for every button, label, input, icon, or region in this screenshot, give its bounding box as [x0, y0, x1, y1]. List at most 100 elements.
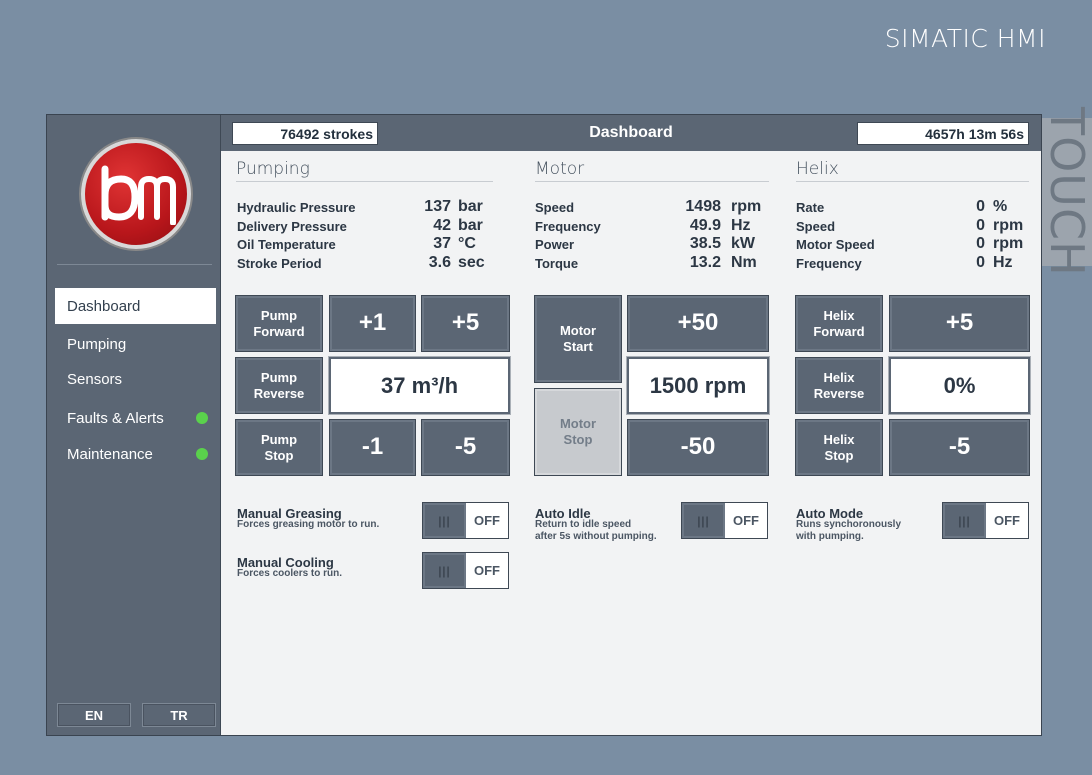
- readout-unit: rpm: [993, 235, 1024, 252]
- readout-label: Speed: [535, 200, 575, 215]
- readout-value: 137: [424, 198, 451, 215]
- readout-label: Stroke Period: [237, 256, 322, 271]
- sidebar-item-label: Sensors: [67, 370, 123, 388]
- readout-value: 1498: [685, 198, 721, 215]
- readout-value: 3.6: [428, 254, 451, 271]
- auto-mode-toggle[interactable]: ||| OFF: [942, 502, 1029, 539]
- sidebar-item-label: Maintenance: [67, 445, 153, 463]
- readout-value: 0: [976, 217, 985, 234]
- readout-label: Torque: [535, 256, 579, 271]
- readout-label: Frequency: [535, 219, 601, 234]
- sidebar-item-maintenance[interactable]: Maintenance: [55, 436, 216, 472]
- readout-value: 37: [433, 235, 451, 252]
- status-dot-icon: [196, 412, 208, 424]
- toggle-description: Runs synchoronously with pumping.: [796, 519, 902, 542]
- helix-minus5-button[interactable]: -5: [889, 419, 1030, 476]
- toggle-state: OFF: [994, 513, 1020, 528]
- toggle-state: OFF: [474, 513, 500, 528]
- section-title-helix: Helix: [796, 159, 839, 179]
- pump-plus1-button[interactable]: +1: [329, 295, 416, 352]
- section-divider: [236, 181, 493, 182]
- manual-cooling-toggle[interactable]: ||| OFF: [422, 552, 509, 589]
- readout-unit: Nm: [731, 254, 757, 271]
- sidebar-item-dashboard[interactable]: Dashboard: [55, 288, 216, 324]
- readout-label: Hydraulic Pressure: [237, 200, 356, 215]
- helix-reverse-button[interactable]: Helix Reverse: [795, 357, 883, 414]
- sidebar-item-sensors[interactable]: Sensors: [55, 361, 216, 397]
- readout-unit: sec: [458, 254, 485, 271]
- readout-label: Motor Speed: [796, 237, 875, 252]
- brand-label: SIMATIC HMI: [884, 24, 1046, 53]
- pump-flow-setpoint[interactable]: 37 m³/h: [329, 357, 510, 414]
- readout-label: Oil Temperature: [237, 237, 336, 252]
- readout-unit: bar: [458, 217, 483, 234]
- auto-idle-toggle[interactable]: ||| OFF: [681, 502, 768, 539]
- status-dot-icon: [196, 448, 208, 460]
- pump-minus1-button[interactable]: -1: [329, 419, 416, 476]
- pump-minus5-button[interactable]: -5: [421, 419, 510, 476]
- lang-en-button[interactable]: EN: [57, 703, 131, 727]
- manual-greasing-toggle[interactable]: ||| OFF: [422, 502, 509, 539]
- helix-plus5-button[interactable]: +5: [889, 295, 1030, 352]
- sidebar-divider: [57, 264, 212, 265]
- toggle-state: OFF: [474, 563, 500, 578]
- motor-speed-setpoint[interactable]: 1500 rpm: [627, 357, 769, 414]
- touch-label: TOUCH: [1040, 107, 1092, 277]
- readout-unit: Hz: [993, 254, 1013, 271]
- section-title-motor: Motor: [535, 159, 585, 179]
- readout-value: 38.5: [689, 235, 721, 252]
- motor-start-button[interactable]: Motor Start: [534, 295, 622, 383]
- company-logo: [81, 139, 191, 249]
- readout-unit: Hz: [731, 217, 751, 234]
- readout-value: 49.9: [689, 217, 721, 234]
- sidebar-item-label: Faults & Alerts: [67, 409, 164, 427]
- readout-value: 0: [976, 198, 985, 215]
- readout-label: Power: [535, 237, 575, 252]
- readout-label: Delivery Pressure: [237, 219, 347, 234]
- grip-icon: |||: [943, 503, 986, 538]
- dashboard-main: Pumping Motor Helix Hydraulic Pressure 1…: [221, 151, 1041, 735]
- readout-unit: °C: [458, 235, 476, 252]
- hmi-frame: Dashboard Pumping Sensors Faults & Alert…: [46, 114, 1042, 736]
- readout-unit: %: [993, 198, 1008, 215]
- sidebar-item-label: Dashboard: [67, 297, 141, 315]
- pump-reverse-button[interactable]: Pump Reverse: [235, 357, 323, 414]
- helix-rate-setpoint[interactable]: 0%: [889, 357, 1030, 414]
- toggle-state: OFF: [733, 513, 759, 528]
- toggle-description: Forces coolers to run.: [237, 568, 343, 579]
- toggle-description: Return to idle speed after 5s without pu…: [535, 519, 657, 542]
- toggle-description: Forces greasing motor to run.: [237, 519, 380, 530]
- runtime-counter: 4657h 13m 56s: [857, 122, 1029, 145]
- pump-stop-button[interactable]: Pump Stop: [235, 419, 323, 476]
- top-bar: Dashboard 76492 strokes 4657h 13m 56s: [221, 115, 1041, 151]
- sidebar: Dashboard Pumping Sensors Faults & Alert…: [47, 115, 221, 735]
- sidebar-item-faults-alerts[interactable]: Faults & Alerts: [55, 400, 216, 436]
- readout-value: 0: [976, 254, 985, 271]
- grip-icon: |||: [682, 503, 725, 538]
- sidebar-item-label: Pumping: [67, 335, 127, 353]
- readout-unit: rpm: [731, 198, 762, 215]
- readout-unit: bar: [458, 198, 483, 215]
- motor-plus50-button[interactable]: +50: [627, 295, 769, 352]
- helix-forward-button[interactable]: Helix Forward: [795, 295, 883, 352]
- readout-unit: kW: [731, 235, 755, 252]
- lang-tr-button[interactable]: TR: [142, 703, 216, 727]
- helix-stop-button[interactable]: Helix Stop: [795, 419, 883, 476]
- motor-stop-button[interactable]: Motor Stop: [534, 388, 622, 476]
- pump-plus5-button[interactable]: +5: [421, 295, 510, 352]
- sidebar-item-pumping[interactable]: Pumping: [55, 326, 216, 362]
- section-title-pumping: Pumping: [236, 159, 310, 179]
- readout-value: 0: [976, 235, 985, 252]
- readout-label: Speed: [796, 219, 836, 234]
- readout-value: 42: [433, 217, 451, 234]
- readout-label: Frequency: [796, 256, 862, 271]
- motor-minus50-button[interactable]: -50: [627, 419, 769, 476]
- stroke-counter: 76492 strokes: [232, 122, 378, 145]
- readout-label: Rate: [796, 200, 825, 215]
- readout-value: 13.2: [689, 254, 721, 271]
- pump-forward-button[interactable]: Pump Forward: [235, 295, 323, 352]
- grip-icon: |||: [423, 503, 466, 538]
- section-divider: [535, 181, 769, 182]
- bm-logo-mark: [101, 165, 176, 225]
- grip-icon: |||: [423, 553, 466, 588]
